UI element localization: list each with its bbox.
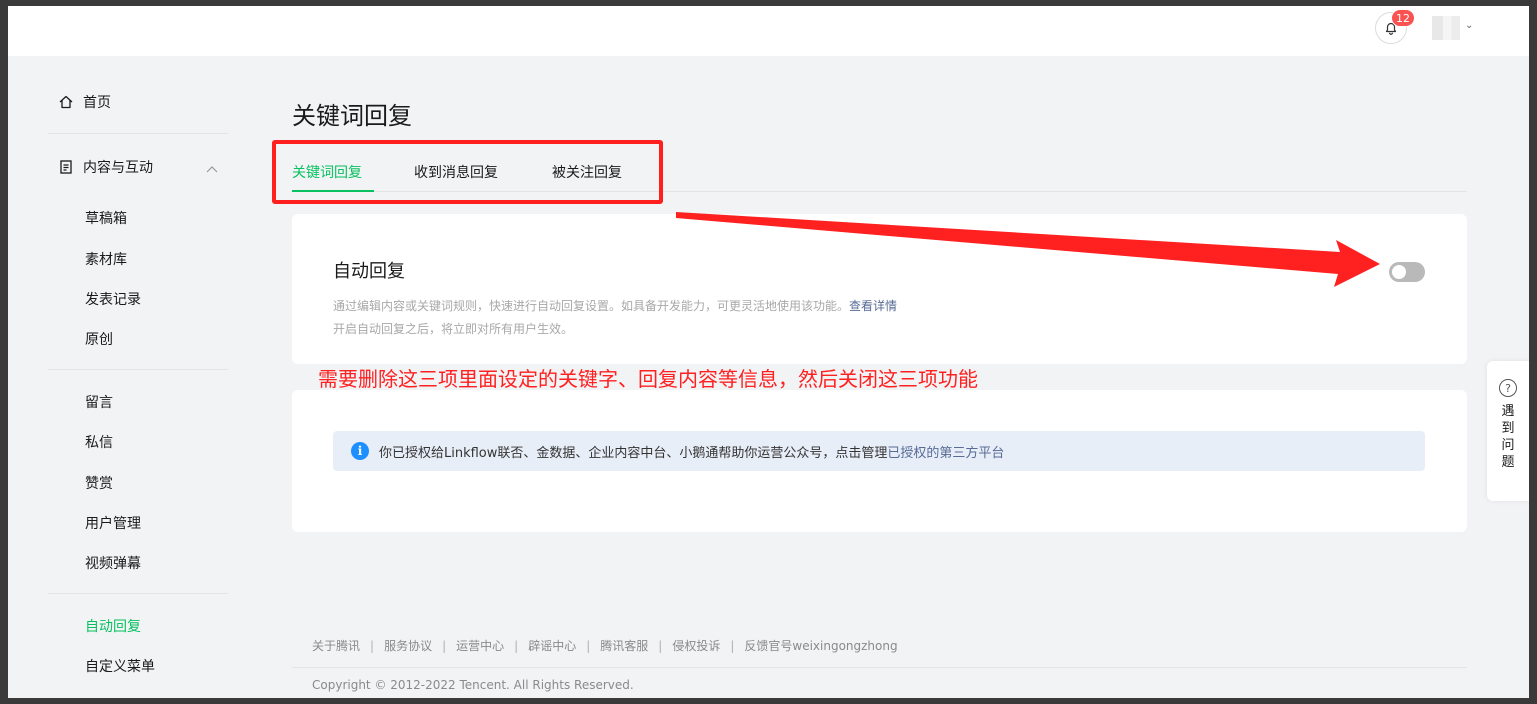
sidebar-item-drafts[interactable]: 草稿箱 [85,208,127,228]
toggle-knob [1392,265,1406,279]
sidebar-section-label: 内容与互动 [83,160,153,176]
footer-link-complaint[interactable]: 侵权投诉 [672,639,720,653]
footer-separator: | [586,639,591,653]
authorization-card: i 你已授权给Linkflow联否、金数据、企业内容中台、小鹅通帮助你运营公众号… [292,390,1467,532]
tab-bar: 关键词回复 收到消息回复 被关注回复 [292,151,1467,192]
chevron-up-icon[interactable] [205,164,219,174]
auto-reply-description: 通过编辑内容或关键词规则，快速进行自动回复设置。如具备开发能力，可更灵活地使用该… [333,297,897,314]
third-party-platforms-link[interactable]: 已授权的第三方平台 [887,442,1004,461]
auto-reply-title: 自动回复 [333,261,405,282]
footer-link-about[interactable]: 关于腾讯 [312,639,360,653]
sidebar-item-original[interactable]: 原创 [85,329,113,349]
help-label: 遇 [1501,404,1515,419]
help-widget[interactable]: ? 遇 到 问 题 [1487,361,1529,501]
document-icon [60,160,72,174]
sidebar-section-content[interactable]: 内容与互动 [58,157,153,177]
tab-keyword-reply[interactable]: 关键词回复 [292,162,362,182]
tab-follow-reply[interactable]: 被关注回复 [552,162,622,182]
footer-divider [292,667,1467,668]
auto-reply-note: 开启自动回复之后，将立即对所有用户生效。 [333,322,574,336]
active-tab-indicator [292,190,374,192]
footer-links: 关于腾讯 | 服务协议 | 运营中心 | 辟谣中心 | 腾讯客服 | 侵权投诉 | 反馈官号weixin… [312,637,898,654]
sidebar-item-video-danmaku[interactable]: 视频弹幕 [85,553,141,573]
footer-link-agreement[interactable]: 服务协议 [384,639,432,653]
sidebar-item-custom-menu[interactable]: 自定义菜单 [85,656,155,676]
authorization-notice: i 你已授权给Linkflow联否、金数据、企业内容中台、小鹅通帮助你运营公众号… [333,431,1425,471]
info-icon: i [351,442,369,460]
notification-badge: 12 [1391,9,1415,27]
sidebar-item-comments[interactable]: 留言 [85,392,113,412]
page-title: 关键词回复 [292,102,412,130]
home-icon [59,95,73,109]
sidebar-item-appreciation[interactable]: 赞赏 [85,473,113,493]
footer-link-rumor[interactable]: 辟谣中心 [528,639,576,653]
top-bar: 12 ⌄ [8,6,1529,56]
footer-separator: | [658,639,663,653]
sidebar-divider [48,133,228,134]
view-details-link[interactable]: 查看详情 [849,299,897,313]
account-caret-icon[interactable]: ⌄ [1465,20,1473,31]
sidebar-item-publish-records[interactable]: 发表记录 [85,289,141,309]
auto-reply-card: 自动回复 通过编辑内容或关键词规则，快速进行自动回复设置。如具备开发能力，可更灵… [292,214,1467,364]
footer-separator: | [514,639,519,653]
sidebar-divider [48,593,228,594]
sidebar-item-auto-reply[interactable]: 自动回复 [85,616,141,636]
help-icon: ? [1499,379,1517,397]
auto-reply-toggle[interactable] [1389,262,1425,282]
footer-link-operations[interactable]: 运营中心 [456,639,504,653]
help-label: 题 [1501,455,1515,470]
help-label: 问 [1501,438,1515,453]
footer-separator: | [442,639,447,653]
sidebar-item-home[interactable]: 首页 [58,92,111,112]
authorization-text: 你已授权给Linkflow联否、金数据、企业内容中台、小鹅通帮助你运营公众号，点… [379,445,888,461]
sidebar-item-label: 首页 [83,95,111,111]
tab-message-reply[interactable]: 收到消息回复 [414,162,498,182]
auto-reply-desc-text: 通过编辑内容或关键词规则，快速进行自动回复设置。如具备开发能力，可更灵活地使用该… [333,299,850,313]
help-label: 到 [1501,421,1515,436]
sidebar-item-messages[interactable]: 私信 [85,432,113,452]
app-window: 12 ⌄ 首页 内容与互动 草稿箱 素材库 发表记录 原创 留言 私信 赞赏 用… [8,6,1529,698]
sidebar-divider [48,369,228,370]
avatar[interactable] [1432,16,1460,40]
footer-link-service[interactable]: 腾讯客服 [600,639,648,653]
sidebar-item-material[interactable]: 素材库 [85,249,127,269]
sidebar: 首页 内容与互动 草稿箱 素材库 发表记录 原创 留言 私信 赞赏 用户管理 视… [48,56,228,698]
footer-separator: | [370,639,375,653]
annotation-text: 需要删除这三项里面设定的关键字、回复内容等信息，然后关闭这三项功能 [318,367,978,391]
footer-link-feedback[interactable]: 反馈官号weixingongzhong [744,639,897,653]
sidebar-item-user-management[interactable]: 用户管理 [85,513,141,533]
copyright: Copyright © 2012-2022 Tencent. All Right… [312,678,634,692]
footer-separator: | [730,639,735,653]
